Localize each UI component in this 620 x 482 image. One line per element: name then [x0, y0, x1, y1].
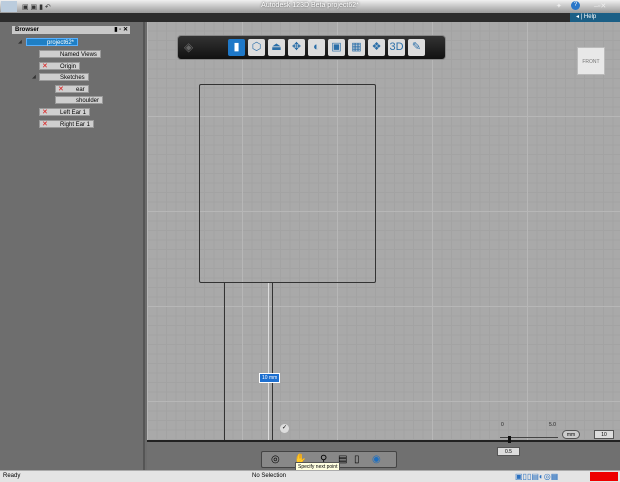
display-icon[interactable]: ▣	[328, 39, 345, 56]
tree-label: Origin	[60, 64, 77, 70]
sketch-rectangle[interactable]	[199, 84, 376, 283]
visibility-icon[interactable]: ◉	[372, 454, 381, 465]
tree-label: Right Ear 1	[60, 122, 91, 128]
navigation-icon[interactable]: ◈	[184, 40, 206, 56]
hidden-icon[interactable]: ✕	[42, 109, 48, 116]
status-ready: Ready	[3, 473, 21, 479]
collapse-icon[interactable]: ◢	[32, 74, 36, 80]
collapse-icon[interactable]: ◢	[18, 39, 22, 45]
hidden-icon[interactable]: ✕	[58, 86, 64, 93]
tree-item-sketches[interactable]: Sketches	[39, 73, 89, 81]
hidden-icon[interactable]: ✕	[42, 63, 48, 70]
dimension-input[interactable]: 10 mm	[259, 373, 281, 383]
help-button[interactable]: ◂ | Help	[570, 13, 620, 22]
ruler-slider[interactable]	[508, 436, 511, 443]
tree-item-shoulder[interactable]: shoulder	[55, 96, 104, 104]
check-icon[interactable]: ✓	[280, 424, 289, 433]
box-icon[interactable]: ⬡	[248, 39, 265, 56]
tree-label: shoulder	[76, 98, 100, 104]
section-icon[interactable]: ◐	[308, 39, 325, 56]
ribbon-bar	[0, 13, 620, 22]
hidden-icon[interactable]: ✕	[42, 121, 48, 128]
browser-close-icon[interactable]: ▮ ▫ ✕	[114, 26, 128, 34]
extrude-icon[interactable]: ⏏	[268, 39, 285, 56]
ruler-tick: 0	[501, 422, 504, 428]
ruler-tick: 5.0	[549, 422, 556, 428]
tree-item-origin[interactable]: ✕ Origin	[39, 62, 81, 70]
tree-label: project62*	[47, 40, 75, 46]
window-title: Autodesk 123D Beta project62*	[261, 2, 359, 9]
sketch-tool-icon[interactable]: ▮	[228, 39, 245, 56]
info-icon[interactable]: ✦	[556, 2, 562, 10]
sketch-preview-line	[268, 283, 269, 441]
sketch-line[interactable]	[272, 283, 273, 441]
tree-item-named-views[interactable]: Named Views	[39, 50, 101, 58]
status-indicator	[590, 472, 618, 481]
tree-item-project[interactable]: project62*	[26, 38, 79, 46]
scale-field[interactable]: 0.5	[497, 447, 520, 456]
viewcube-front[interactable]: FRONT	[577, 47, 605, 75]
title-bar: ▣ ▣ ▮ ↶ Autodesk 123D Beta project62* ✦ …	[0, 0, 620, 13]
help-label: Help	[583, 14, 597, 20]
tree-item-ear[interactable]: ✕ ear	[55, 85, 89, 93]
status-toggle-icons[interactable]: ▣▯▯▤◐◎▦	[515, 472, 585, 481]
3d-icon[interactable]: 3D	[388, 39, 405, 56]
tree-item-right-ear[interactable]: ✕ Right Ear 1	[39, 120, 95, 128]
move-icon[interactable]: ✥	[288, 39, 305, 56]
tree-label: Sketches	[60, 75, 85, 81]
display-mode-icon[interactable]: ▯	[354, 454, 360, 465]
browser-header: Browser ▮ ▫ ✕	[12, 26, 130, 34]
tree-item-left-ear[interactable]: ✕ Left Ear 1	[39, 108, 91, 116]
browser-title: Browser	[15, 27, 40, 33]
grid-value-field[interactable]: 10	[594, 430, 614, 439]
window-controls[interactable]: –▫✕	[594, 2, 606, 10]
status-bar: Ready No Selection ▣▯▯▤◐◎▦	[0, 470, 620, 482]
parts-icon[interactable]: ❖	[368, 39, 385, 56]
status-selection: No Selection	[252, 473, 287, 479]
render-icon[interactable]: ✎	[408, 39, 425, 56]
sketch-line[interactable]	[224, 283, 225, 441]
tree-label: Left Ear 1	[60, 110, 87, 116]
views-icon[interactable]: ▦	[348, 39, 365, 56]
tree-label: ear	[76, 87, 85, 93]
view-toolbar: ◈ ▮ ⬡ ⏏ ✥ ◐ ▣ ▦ ❖ 3D ✎	[177, 35, 446, 60]
orbit-icon[interactable]: ◎	[271, 454, 280, 465]
tree-label: Named Views	[60, 52, 97, 58]
help-icon[interactable]: ?	[571, 1, 580, 10]
unit-button[interactable]: mm	[562, 430, 580, 439]
